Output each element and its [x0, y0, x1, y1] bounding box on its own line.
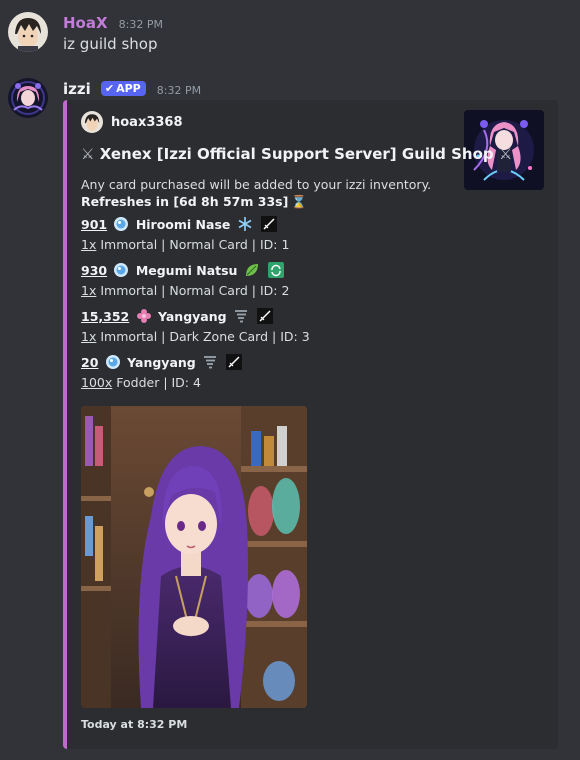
crossed-swords-icon: ⚔ — [81, 145, 95, 163]
item-name: Yangyang — [157, 309, 227, 324]
item-qty[interactable]: 100x — [81, 375, 112, 390]
author-avatar — [81, 111, 103, 133]
shop-item: 20 Yangyang 100x Fodder | ID: 4 — [81, 353, 244, 393]
leaf-icon — [245, 264, 258, 276]
embed-footer: Today at 8:32 PM — [81, 718, 188, 731]
item-qty[interactable]: 1x — [81, 237, 96, 252]
item-details: Immortal | Normal Card | ID: 2 — [100, 283, 290, 298]
item-qty[interactable]: 1x — [81, 283, 96, 298]
item-name: Yangyang — [127, 355, 196, 370]
orb-icon — [114, 263, 129, 277]
shop-item: 901 Hiroomi Nase 1x Immortal | Normal Ca… — [81, 215, 289, 255]
item-qty[interactable]: 1x — [81, 329, 96, 344]
username[interactable]: HoaX — [63, 14, 108, 32]
item-price[interactable]: 901 — [81, 217, 107, 232]
tornado-icon — [234, 310, 247, 323]
orb-icon — [105, 355, 120, 369]
shop-embed: hoax3368 ⚔ Xenex [Izzi Official Support … — [63, 100, 558, 749]
description-line: Any card purchased will be added to your… — [81, 177, 432, 192]
timestamp: 8:32 PM — [156, 84, 202, 97]
item-price[interactable]: 20 — [81, 355, 98, 370]
item-name: Hiroomi Nase — [135, 217, 231, 232]
embed-author: hoax3368 — [81, 111, 183, 133]
item-price[interactable]: 930 — [81, 263, 107, 278]
embed-image[interactable] — [81, 406, 307, 708]
embed-description: Any card purchased will be added to your… — [81, 176, 461, 210]
item-details: Fodder | ID: 4 — [116, 375, 201, 390]
crossed-swords-icon: ⚔ — [498, 145, 513, 163]
sword-icon — [257, 308, 274, 324]
app-badge-label: APP — [116, 82, 141, 95]
sword-icon — [261, 216, 278, 232]
refresh-icon — [268, 262, 285, 278]
tornado-icon — [204, 356, 217, 369]
hourglass-icon: ⌛ — [291, 194, 307, 209]
snowflake-icon — [238, 217, 252, 231]
app-badge: ✔ APP — [100, 81, 146, 96]
message-header: HoaX 8:32 PM — [63, 13, 163, 32]
pink-gem-icon — [136, 309, 151, 323]
user-avatar[interactable] — [8, 12, 48, 52]
shop-item: 930 Megumi Natsu 1x Immortal | Normal Ca… — [81, 261, 289, 301]
message-text: iz guild shop — [63, 35, 158, 53]
message-header: izzi ✔ APP 8:32 PM — [63, 79, 201, 98]
embed-title-text: Xenex [Izzi Official Support Server] Gui… — [99, 145, 494, 163]
bot-username[interactable]: izzi — [63, 80, 91, 98]
item-price[interactable]: 15,352 — [81, 309, 129, 324]
embed-title: ⚔ Xenex [Izzi Official Support Server] G… — [81, 145, 512, 163]
item-details: Immortal | Dark Zone Card | ID: 3 — [100, 329, 310, 344]
orb-icon — [114, 217, 129, 231]
author-name[interactable]: hoax3368 — [111, 115, 183, 130]
bot-avatar[interactable] — [8, 78, 48, 118]
shop-item: 15,352 Yangyang 1x Immortal | Dark Zone … — [81, 307, 310, 347]
item-name: Megumi Natsu — [135, 263, 238, 278]
verified-check-icon: ✔ — [104, 82, 115, 95]
refresh-timer: Refreshes in [6d 8h 57m 33s] — [81, 194, 289, 209]
timestamp: 8:32 PM — [118, 18, 163, 31]
item-details: Immortal | Normal Card | ID: 1 — [100, 237, 290, 252]
sword-icon — [226, 354, 243, 370]
